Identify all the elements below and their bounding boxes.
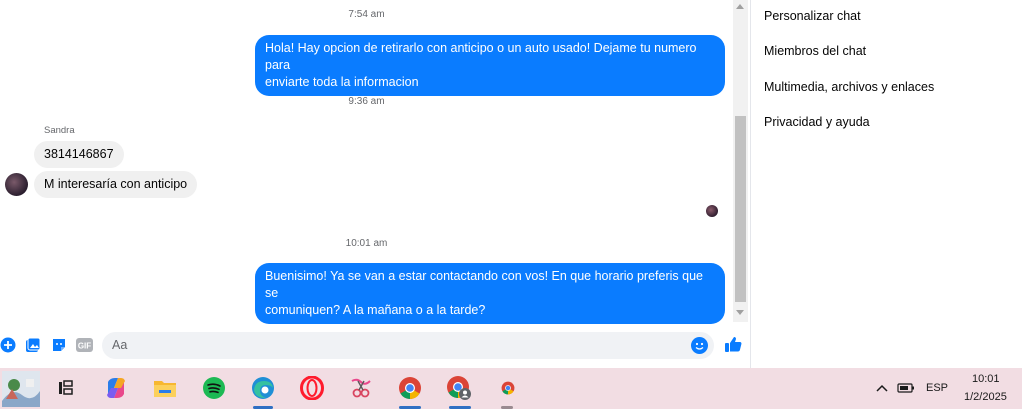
message-text: Hola! Hay opcion de retirarlo con antici…: [265, 41, 697, 72]
like-icon[interactable]: [724, 335, 742, 353]
task-view-icon[interactable]: [53, 375, 79, 401]
opera-icon[interactable]: [299, 375, 325, 401]
start-icon[interactable]: [2, 371, 40, 407]
clock-date[interactable]: 1/2/2025: [964, 391, 1007, 403]
panel-item-multimedia[interactable]: Multimedia, archivos y enlaces: [764, 80, 934, 94]
clock-time[interactable]: 10:01: [972, 373, 1000, 385]
chrome-small-icon[interactable]: [495, 375, 521, 401]
gif-label: GIF: [78, 342, 91, 351]
emoji-icon[interactable]: [691, 337, 708, 354]
message-input[interactable]: Aa: [102, 332, 714, 359]
panel-item-miembros[interactable]: Miembros del chat: [764, 44, 866, 58]
file-explorer-icon[interactable]: [152, 375, 178, 401]
sender-name: Sandra: [44, 125, 75, 136]
avatar[interactable]: [5, 173, 28, 196]
panel-item-privacidad[interactable]: Privacidad y ayuda: [764, 115, 870, 129]
gallery-icon[interactable]: [25, 337, 41, 353]
battery-icon[interactable]: [896, 375, 916, 401]
plus-icon[interactable]: [0, 337, 16, 353]
copilot-icon[interactable]: [103, 375, 129, 401]
message-text: Buenisimo! Ya se van a estar contactando…: [265, 269, 703, 300]
spotify-icon[interactable]: [201, 375, 227, 401]
chrome-profile-icon[interactable]: [446, 375, 472, 401]
message-text: enviarte toda la informacion: [265, 75, 419, 89]
scroll-down-icon[interactable]: [736, 310, 744, 315]
timestamp: 9:36 am: [348, 96, 385, 107]
scroll-thumb[interactable]: [735, 116, 746, 302]
gif-icon[interactable]: GIF: [76, 337, 93, 353]
timestamp: 10:01 am: [345, 238, 388, 249]
timestamp: 7:54 am: [348, 9, 385, 20]
message-text: M interesaría con anticipo: [44, 177, 188, 191]
panel-item-personalizar[interactable]: Personalizar chat: [764, 9, 861, 23]
message-text: 3814146867: [44, 147, 114, 161]
message-incoming[interactable]: 3814146867: [34, 141, 124, 168]
chat-scrollbar[interactable]: [733, 0, 748, 322]
message-incoming[interactable]: M interesaría con anticipo: [34, 171, 198, 198]
taskbar: ESP 10:01 1/2/2025: [0, 368, 1022, 409]
message-input-placeholder: Aa: [112, 338, 128, 352]
chevron-up-icon[interactable]: [874, 375, 890, 401]
edge-icon[interactable]: [250, 375, 276, 401]
chat-info-panel: Personalizar chat Miembros del chat Mult…: [751, 0, 1022, 368]
language-indicator[interactable]: ESP: [926, 382, 948, 394]
message-outgoing[interactable]: Buenisimo! Ya se van a estar contactando…: [255, 263, 725, 324]
chrome-icon[interactable]: [397, 375, 423, 401]
snipping-tool-icon[interactable]: [348, 375, 374, 401]
message-outgoing[interactable]: Hola! Hay opcion de retirarlo con antici…: [255, 35, 725, 96]
message-text: comuniquen? A la mañana o a la tarde?: [265, 303, 486, 317]
message-composer: GIF Aa: [0, 328, 750, 368]
scroll-up-icon[interactable]: [736, 4, 744, 9]
chat-area: 7:54 am Hola! Hay opcion de retirarlo co…: [0, 0, 733, 330]
seen-avatar-icon: [706, 205, 718, 217]
sticker-icon[interactable]: [51, 337, 67, 353]
